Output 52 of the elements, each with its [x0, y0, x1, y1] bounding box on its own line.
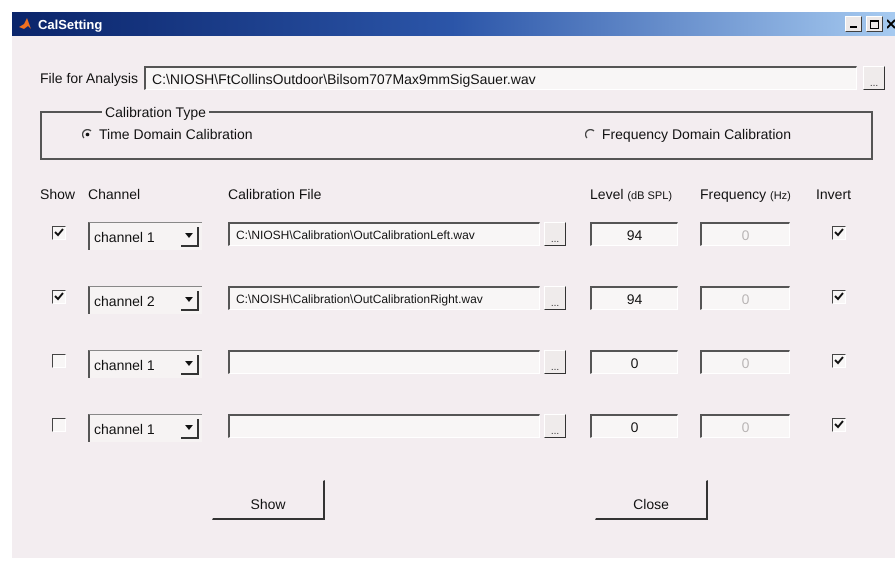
- column-header: Show: [40, 186, 76, 204]
- channel-dropdown[interactable]: channel 1: [88, 222, 202, 250]
- frequency-field: 0: [700, 350, 790, 374]
- channel-dropdown[interactable]: channel 1: [88, 350, 202, 378]
- maximize-button[interactable]: [866, 16, 883, 32]
- caret-icon: [185, 425, 193, 430]
- calibration-file-field[interactable]: C:\NIOSH\Calibration\OutCalibrationLeft.wav: [228, 222, 540, 246]
- calibration-file-field[interactable]: [228, 350, 540, 374]
- channel-dropdown[interactable]: channel 1: [88, 414, 202, 442]
- invert-checkbox[interactable]: [832, 418, 846, 432]
- level-field[interactable]: 94: [590, 222, 678, 246]
- caret-icon: [185, 297, 193, 302]
- dialog-button[interactable]: Show: [212, 480, 325, 520]
- minimize-button[interactable]: [845, 16, 862, 32]
- show-checkbox[interactable]: [52, 418, 66, 432]
- analysis-file-field[interactable]: C:\NIOSH\FtCollinsOutdoor\Bilsom707Max9mmSigSauer.wav: [144, 66, 857, 90]
- calibration-file-field[interactable]: [228, 414, 540, 438]
- radio-option[interactable]: Frequency Domain Calibration: [584, 126, 791, 142]
- frequency-field: 0: [700, 286, 790, 310]
- browse-button[interactable]: ...: [863, 66, 885, 90]
- window-title: CalSetting: [38, 16, 104, 32]
- browse-button[interactable]: ...: [544, 350, 566, 374]
- frequency-field: 0: [700, 414, 790, 438]
- dialog-button[interactable]: Close: [595, 480, 708, 520]
- radio-icon[interactable]: [82, 128, 93, 140]
- browse-button[interactable]: ...: [544, 414, 566, 438]
- column-header: Level (dB SPL): [590, 186, 673, 204]
- show-checkbox[interactable]: [52, 226, 66, 240]
- close-icon[interactable]: [887, 19, 895, 29]
- show-checkbox[interactable]: [52, 290, 66, 304]
- column-header: Calibration File: [228, 186, 322, 204]
- field-label: File for Analysis: [40, 70, 138, 86]
- level-field[interactable]: 0: [590, 350, 678, 374]
- invert-checkbox[interactable]: [832, 354, 846, 368]
- level-field[interactable]: 0: [590, 414, 678, 438]
- channel-dropdown[interactable]: channel 2: [88, 286, 202, 314]
- invert-checkbox[interactable]: [832, 226, 846, 240]
- radio-icon[interactable]: [584, 128, 596, 140]
- caret-icon: [185, 233, 193, 238]
- maximize-icon: [870, 20, 879, 28]
- frequency-field: 0: [700, 222, 790, 246]
- browse-button[interactable]: ...: [544, 286, 566, 310]
- column-header: Channel: [88, 186, 142, 204]
- caret-icon: [185, 361, 193, 366]
- radio-option[interactable]: Time Domain Calibration: [82, 126, 253, 142]
- calibration-file-field[interactable]: C:\NOISH\Calibration\OutCalibrationRight.wav: [228, 286, 540, 310]
- level-field[interactable]: 94: [590, 286, 678, 310]
- column-header: Invert: [816, 186, 852, 204]
- invert-checkbox[interactable]: [832, 290, 846, 304]
- group-title: Calibration Type: [104, 104, 207, 120]
- browse-button[interactable]: ...: [544, 222, 566, 246]
- show-checkbox[interactable]: [52, 354, 66, 368]
